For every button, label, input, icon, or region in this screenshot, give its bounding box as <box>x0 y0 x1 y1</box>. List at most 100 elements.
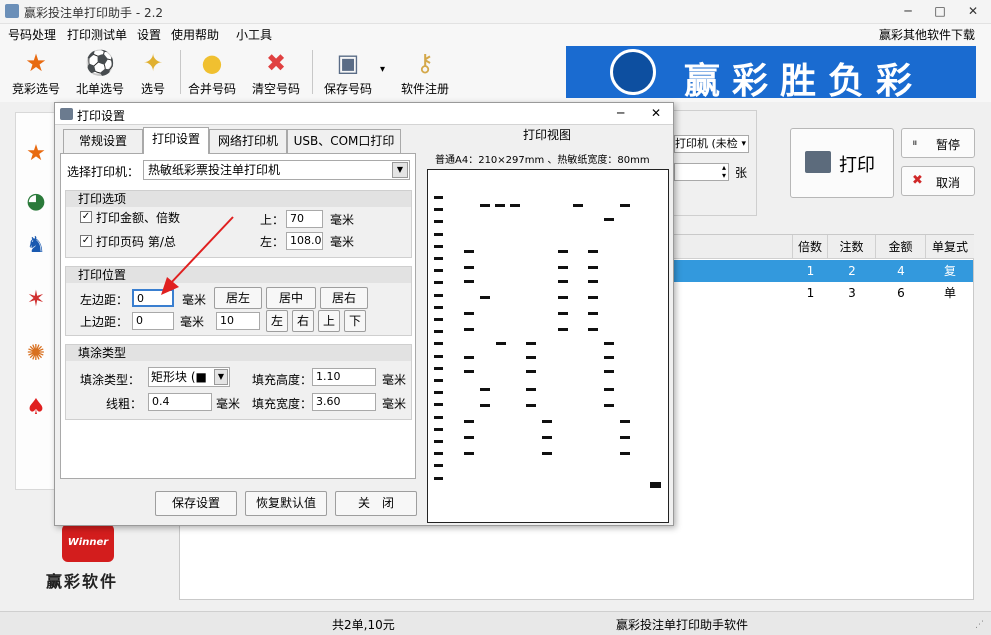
toolbar-beidan-button[interactable]: ⚽ 北单选号 <box>72 44 128 100</box>
step-input[interactable]: 10 <box>216 312 260 330</box>
column-header-amount[interactable]: 金额 <box>876 235 926 259</box>
save-dropdown-arrow[interactable]: ▾ <box>380 64 385 75</box>
colorful-ball-icon[interactable]: ✺ <box>21 339 51 369</box>
wand-icon: ✦ <box>142 49 164 77</box>
preview-fill-mark <box>558 296 568 299</box>
line-width-label: 线粗： <box>106 397 143 411</box>
status-app-name: 赢彩投注单打印助手软件 <box>616 618 749 632</box>
line-width-unit: 毫米 <box>216 397 241 411</box>
preview-fill-mark <box>434 379 443 382</box>
column-header-bets[interactable]: 注数 <box>828 235 876 259</box>
menu-number-process[interactable]: 号码处理 <box>8 26 56 43</box>
pause-icon: ⏸ <box>912 136 918 149</box>
chevron-down-icon: ▾ <box>741 139 746 149</box>
star-icon: ★ <box>25 49 47 77</box>
preview-fill-mark <box>480 204 490 207</box>
preview-fill-mark <box>434 220 443 224</box>
menu-other-software[interactable]: 赢彩其他软件下载 <box>879 26 975 43</box>
left-offset-label: 左： <box>260 235 285 249</box>
preview-fill-mark <box>604 388 614 391</box>
line-width-input[interactable]: 0.4 <box>148 393 212 411</box>
preview-fill-mark <box>464 280 474 283</box>
print-preview <box>427 169 669 523</box>
count-spinner[interactable]: ▴ ▾ <box>674 163 729 181</box>
fill-height-input[interactable]: 1.10 <box>312 368 376 386</box>
printer-select[interactable]: 打印机 (未检 ▾ <box>674 135 749 153</box>
resize-grip-icon[interactable]: ⋰ <box>975 620 984 630</box>
printer-dropdown[interactable]: 热敏纸彩票投注单打印机 ▼ <box>143 160 410 180</box>
top-offset-input[interactable]: 70 <box>286 210 323 228</box>
tab-general[interactable]: 常规设置 <box>63 129 143 153</box>
toolbar-merge-button[interactable]: ● 合并号码 <box>186 44 238 100</box>
move-left-button[interactable]: 左 <box>266 310 288 332</box>
print-button[interactable]: 打印 <box>790 128 894 198</box>
count-unit: 张 <box>735 166 748 180</box>
align-center-button[interactable]: 居中 <box>266 287 316 309</box>
lottery-type-panel: ★ ◕ ♞ ✶ ✺ ♠ <box>15 112 55 490</box>
toolbar-jingcai-button[interactable]: ★ 竞彩选号 <box>8 44 64 100</box>
preview-fill-mark <box>434 476 443 480</box>
toolbar-separator <box>312 50 313 94</box>
column-header-type[interactable]: 单复式 <box>926 235 974 259</box>
minimize-button[interactable]: ─ <box>895 2 921 20</box>
fill-type-dropdown[interactable]: 矩形块 (■ ▼ <box>148 367 230 387</box>
restore-defaults-button[interactable]: 恢复默认值 <box>245 491 327 516</box>
preview-fill-mark <box>434 403 443 407</box>
preview-fill-mark <box>542 420 552 423</box>
preview-fill-mark <box>434 330 443 334</box>
dialog-title: 打印设置 <box>77 109 126 123</box>
move-up-button[interactable]: 上 <box>318 310 340 332</box>
save-settings-button[interactable]: 保存设置 <box>155 491 237 516</box>
menu-bar: 号码处理 打印测试单 设置 使用帮助 小工具 赢彩其他软件下载 <box>0 24 991 44</box>
preview-fill-mark <box>464 452 474 455</box>
football-icon[interactable]: ◕ <box>21 187 51 217</box>
dialog-close-action-button[interactable]: 关 闭 <box>335 491 417 516</box>
tab-usb-com-printer[interactable]: USB、COM口打印机 <box>287 129 401 170</box>
print-page-checkbox[interactable]: ✓ <box>80 235 92 247</box>
toolbar-save-button[interactable]: ▣ 保存号码 <box>320 44 376 100</box>
preview-fill-mark <box>495 204 505 207</box>
fill-width-label: 填充宽度： <box>252 397 313 411</box>
top-margin-input[interactable]: 0 <box>132 312 174 330</box>
column-header-multiple[interactable]: 倍数 <box>793 235 828 259</box>
align-right-button[interactable]: 居右 <box>320 287 368 309</box>
jingcai-star-icon[interactable]: ★ <box>21 139 51 169</box>
move-right-button[interactable]: 右 <box>292 310 314 332</box>
menu-tools[interactable]: 小工具 <box>236 26 272 43</box>
cancel-print-button[interactable]: ✖ 取消 <box>901 166 975 196</box>
preview-fill-mark <box>526 356 536 359</box>
toolbar-register-button[interactable]: ⚷ 软件注册 <box>398 44 452 100</box>
player-icon[interactable]: ♞ <box>21 231 51 261</box>
preview-fill-mark <box>650 482 661 488</box>
preview-fill-mark <box>434 354 443 358</box>
menu-settings[interactable]: 设置 <box>137 26 161 43</box>
preview-fill-mark <box>542 452 552 455</box>
fill-width-input[interactable]: 3.60 <box>312 393 376 411</box>
maximize-button[interactable]: □ <box>927 2 953 20</box>
sparkle-icon[interactable]: ✶ <box>21 285 51 315</box>
left-offset-input[interactable]: 108.0 <box>286 232 323 250</box>
menu-help[interactable]: 使用帮助 <box>171 26 219 43</box>
brand-banner: 赢彩胜负彩 <box>566 46 976 98</box>
welfare-lottery-icon[interactable]: ♠ <box>21 393 51 423</box>
cell-type: 复 <box>943 264 956 278</box>
menu-print-test[interactable]: 打印测试单 <box>67 26 127 43</box>
fill-type-group: 填涂类型 填涂类型： 矩形块 (■ ▼ 填充高度： 1.10 毫米 线粗： 0.… <box>65 344 412 420</box>
dialog-close-button[interactable]: ✕ <box>651 106 661 120</box>
tab-print-settings[interactable]: 打印设置 <box>143 127 209 154</box>
dialog-titlebar: 打印设置 ─ ✕ <box>55 103 673 125</box>
dialog-minimize-button[interactable]: ─ <box>617 106 631 120</box>
toolbar-clear-button[interactable]: ✖ 清空号码 <box>250 44 302 100</box>
preview-fill-mark <box>464 436 474 439</box>
print-amount-checkbox[interactable]: ✓ <box>80 211 92 223</box>
preview-fill-mark <box>434 281 443 285</box>
pause-button[interactable]: ⏸ 暂停 <box>901 128 975 158</box>
tab-network-printer[interactable]: 网络打印机 <box>209 129 287 153</box>
preview-fill-mark <box>558 266 568 269</box>
close-button[interactable]: ✕ <box>960 2 986 20</box>
toolbar-select-button[interactable]: ✦ 选号 <box>136 44 170 100</box>
printer-icon <box>805 151 831 173</box>
preview-fill-mark <box>588 250 598 253</box>
move-down-button[interactable]: 下 <box>344 310 366 332</box>
preview-fill-mark <box>434 232 443 236</box>
